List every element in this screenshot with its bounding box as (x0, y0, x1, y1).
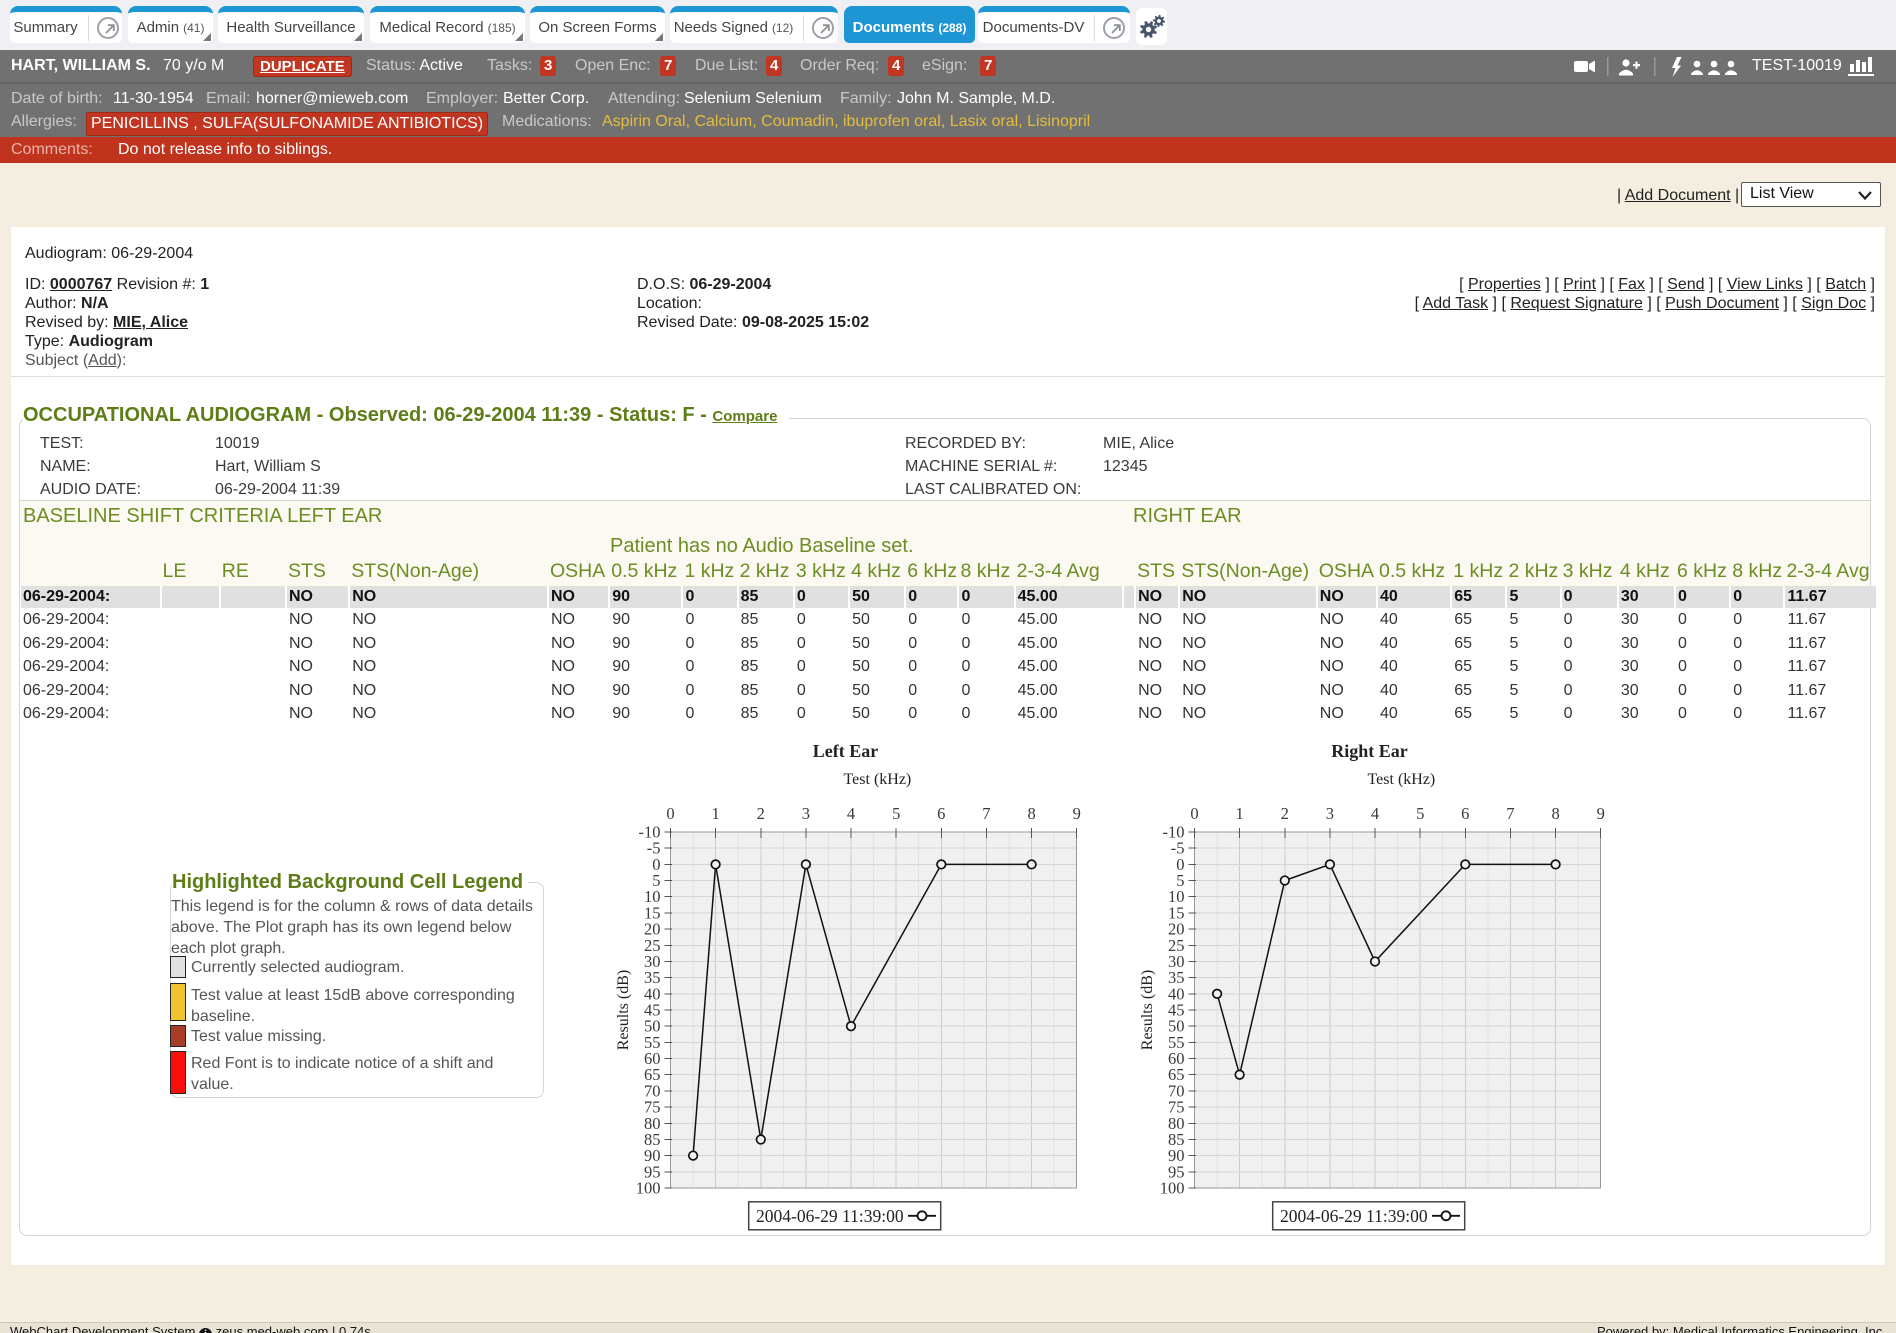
svg-text:5: 5 (1416, 804, 1424, 823)
svg-text:2004-06-29 11:39:00: 2004-06-29 11:39:00 (1280, 1206, 1428, 1226)
svg-text:Results (dB): Results (dB) (1139, 970, 1156, 1050)
svg-text:9: 9 (1073, 804, 1081, 823)
svg-text:0: 0 (1190, 804, 1198, 823)
svg-text:Test (kHz): Test (kHz) (844, 771, 912, 788)
svg-text:6: 6 (1461, 804, 1469, 823)
svg-text:1: 1 (1235, 804, 1243, 823)
svg-text:8: 8 (1027, 804, 1035, 823)
svg-text:2004-06-29 11:39:00: 2004-06-29 11:39:00 (756, 1206, 904, 1226)
svg-text:4: 4 (847, 804, 855, 823)
svg-text:Test (kHz): Test (kHz) (1368, 771, 1436, 788)
svg-text:2: 2 (757, 804, 765, 823)
svg-text:3: 3 (802, 804, 810, 823)
svg-text:3: 3 (1326, 804, 1334, 823)
svg-text:9: 9 (1597, 804, 1605, 823)
svg-text:2: 2 (1281, 804, 1289, 823)
svg-text:8: 8 (1551, 804, 1559, 823)
svg-text:Right Ear: Right Ear (1331, 741, 1408, 761)
svg-text:5: 5 (892, 804, 900, 823)
svg-text:100: 100 (636, 1179, 661, 1198)
svg-text:100: 100 (1160, 1179, 1185, 1198)
svg-text:1: 1 (711, 804, 719, 823)
svg-text:7: 7 (982, 804, 990, 823)
svg-text:Left Ear: Left Ear (813, 741, 878, 761)
svg-text:0: 0 (666, 804, 674, 823)
svg-text:7: 7 (1506, 804, 1514, 823)
svg-text:6: 6 (937, 804, 945, 823)
svg-text:4: 4 (1371, 804, 1379, 823)
svg-text:Results (dB): Results (dB) (615, 970, 632, 1050)
